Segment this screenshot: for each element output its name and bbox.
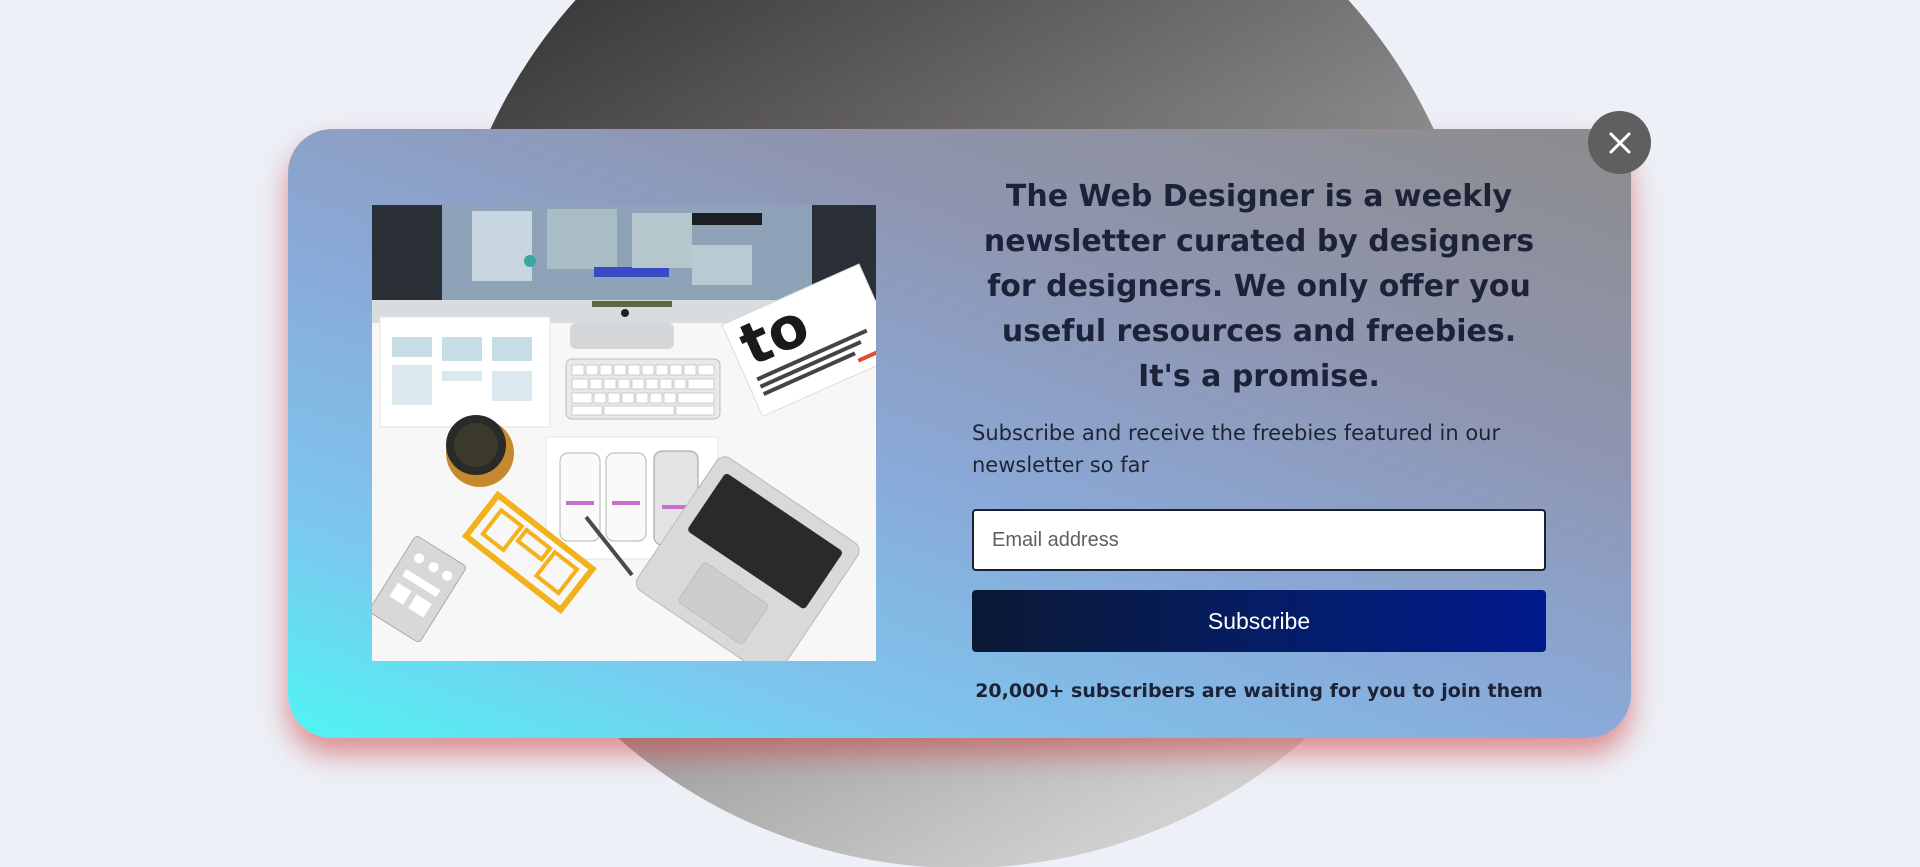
popup-headline: The Web Designer is a weekly newsletter … bbox=[983, 179, 1535, 394]
close-button[interactable] bbox=[1588, 111, 1651, 174]
subscriber-count-text: 20,000+ subscribers are waiting for you … bbox=[975, 680, 1543, 702]
popup-subtext: Subscribe and receive the freebies featu… bbox=[972, 421, 1501, 477]
email-field[interactable] bbox=[972, 509, 1546, 571]
page: to The Web Designer is a weekly newslett… bbox=[0, 0, 1920, 867]
desk-workspace-photo: to bbox=[372, 205, 876, 661]
close-icon bbox=[1609, 132, 1630, 153]
newsletter-popup: to The Web Designer is a weekly newslett… bbox=[288, 129, 1631, 738]
signup-panel: The Web Designer is a weekly newsletter … bbox=[972, 174, 1546, 702]
subscribe-button[interactable]: Subscribe bbox=[972, 590, 1546, 652]
